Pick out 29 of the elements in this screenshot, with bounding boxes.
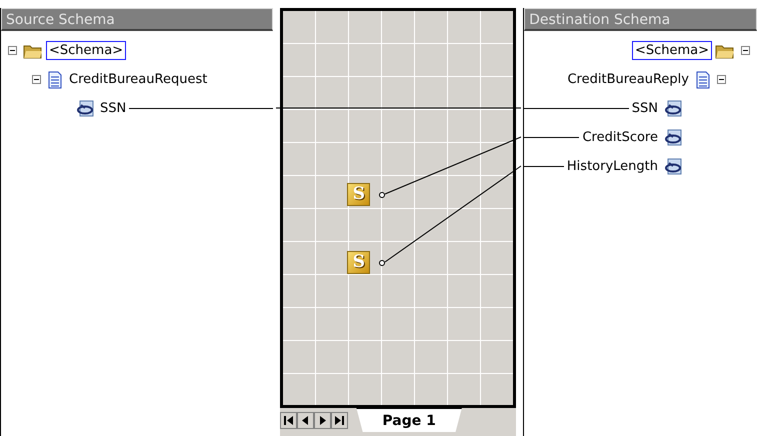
panel-title: Source Schema: [1, 8, 274, 31]
field-label[interactable]: HistoryLength: [564, 157, 661, 176]
field-label[interactable]: SSN: [628, 99, 661, 118]
field-icon: [76, 100, 94, 117]
record-label[interactable]: CreditBureauReply: [564, 70, 692, 89]
triangle-icon: [284, 416, 294, 425]
document-icon: [48, 70, 62, 88]
page-tab[interactable]: Page 1: [356, 408, 462, 432]
collapse-icon[interactable]: [8, 46, 17, 55]
collapse-icon[interactable]: [32, 75, 41, 84]
field-icon: [664, 158, 682, 175]
document-icon: [696, 70, 710, 88]
field-icon: [664, 129, 682, 146]
schema-root-label[interactable]: <Schema>: [632, 41, 712, 60]
field-label[interactable]: SSN: [97, 99, 130, 118]
collapse-icon[interactable]: [741, 46, 750, 55]
field-label[interactable]: CreditScore: [579, 128, 661, 147]
folder-icon: [23, 42, 43, 58]
field-icon: [664, 100, 682, 117]
collapse-icon[interactable]: [717, 75, 726, 84]
triangle-icon: [335, 416, 344, 425]
panel-title: Destination Schema: [524, 8, 757, 31]
schema-root-label[interactable]: <Schema>: [46, 41, 126, 60]
page-nav-button[interactable]: [297, 412, 314, 429]
record-label[interactable]: CreditBureauRequest: [66, 70, 210, 89]
folder-icon: [715, 42, 735, 58]
page-nav-button[interactable]: [331, 412, 348, 429]
page-nav-button[interactable]: [314, 412, 332, 429]
page-nav-button[interactable]: [280, 412, 298, 429]
